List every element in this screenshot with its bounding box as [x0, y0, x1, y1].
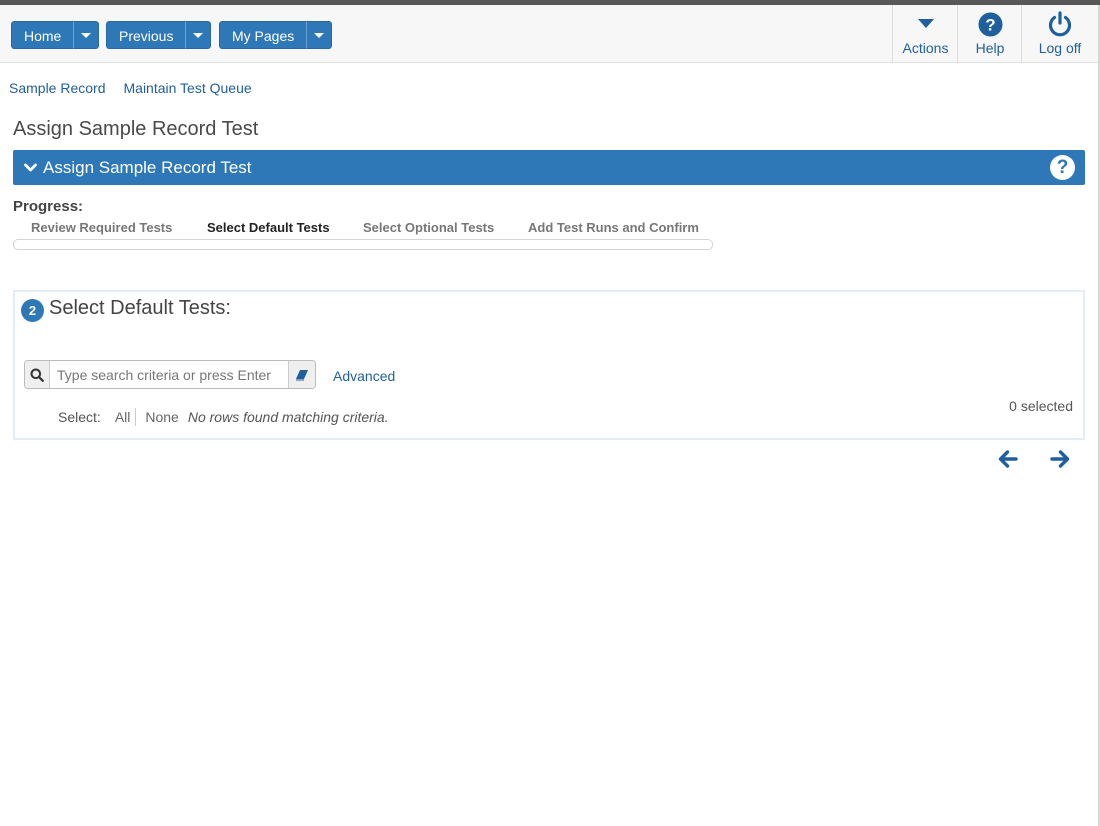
- my-pages-button[interactable]: My Pages: [219, 21, 307, 49]
- advanced-search-link[interactable]: Advanced: [333, 368, 395, 384]
- section-header-bar[interactable]: Assign Sample Record Test ?: [13, 150, 1085, 185]
- section-title: Assign Sample Record Test: [43, 158, 252, 177]
- eraser-icon[interactable]: [288, 361, 315, 388]
- page: Home Previous My Pages Actions ? Help Lo…: [0, 0, 1100, 826]
- step-review-required-tests[interactable]: Review Required Tests: [31, 220, 172, 235]
- selection-controls: Select: All None No rows found matching …: [58, 408, 389, 426]
- caret-down-icon: [193, 32, 204, 38]
- caret-down-icon: [893, 11, 958, 37]
- step-number-badge: 2: [21, 299, 44, 322]
- arrow-left-icon[interactable]: [997, 448, 1019, 470]
- actions-label: Actions: [902, 40, 949, 56]
- power-icon: [1022, 11, 1098, 37]
- header-toolbar: Home Previous My Pages Actions ? Help Lo…: [0, 5, 1098, 63]
- home-button[interactable]: Home: [11, 21, 74, 49]
- my-pages-dropdown-button[interactable]: [306, 21, 333, 49]
- progress-label: Progress:: [13, 198, 84, 215]
- home-dropdown-button[interactable]: [73, 21, 100, 49]
- previous-dropdown-button[interactable]: [185, 21, 212, 49]
- breadcrumb: Sample Record Maintain Test Queue: [9, 80, 270, 96]
- caret-down-icon: [314, 32, 325, 38]
- question-circle-icon: ?: [958, 11, 1022, 37]
- arrow-right-icon[interactable]: [1049, 448, 1071, 470]
- previous-button-group: Previous: [106, 21, 212, 49]
- actions-button[interactable]: Actions: [892, 5, 958, 62]
- breadcrumb-maintain-test-queue[interactable]: Maintain Test Queue: [124, 80, 252, 96]
- selection-count: 0 selected: [1009, 398, 1073, 414]
- my-pages-button-group: My Pages: [219, 21, 333, 49]
- page-title: Assign Sample Record Test: [13, 118, 259, 140]
- svg-text:?: ?: [985, 15, 995, 34]
- select-none-link[interactable]: None: [145, 409, 178, 425]
- log-off-label: Log off: [1038, 40, 1082, 56]
- step-select-optional-tests[interactable]: Select Optional Tests: [363, 220, 494, 235]
- select-label: Select:: [58, 409, 101, 425]
- home-button-group: Home: [11, 21, 100, 49]
- caret-down-icon: [81, 32, 92, 38]
- panel-title: Select Default Tests:: [49, 297, 231, 319]
- empty-results-message: No rows found matching criteria.: [187, 409, 389, 425]
- log-off-button[interactable]: Log off: [1021, 5, 1098, 62]
- select-all-link[interactable]: All: [115, 409, 131, 425]
- step-select-default-tests[interactable]: Select Default Tests: [207, 220, 330, 235]
- help-button[interactable]: ? Help: [957, 5, 1022, 62]
- search-icon[interactable]: [25, 361, 50, 388]
- breadcrumb-sample-record[interactable]: Sample Record: [9, 80, 106, 96]
- step-add-test-runs-and-confirm[interactable]: Add Test Runs and Confirm: [528, 220, 699, 235]
- help-label: Help: [975, 40, 1005, 56]
- chevron-down-icon: [24, 160, 37, 178]
- section-help-icon[interactable]: ?: [1050, 155, 1075, 180]
- search-input[interactable]: [51, 361, 289, 388]
- previous-button[interactable]: Previous: [106, 21, 186, 49]
- select-default-tests-panel: 2 Select Default Tests: Advanced 0 selec…: [13, 290, 1085, 440]
- divider: [135, 408, 137, 426]
- progress-bar: [13, 239, 713, 250]
- search-box: [24, 360, 316, 389]
